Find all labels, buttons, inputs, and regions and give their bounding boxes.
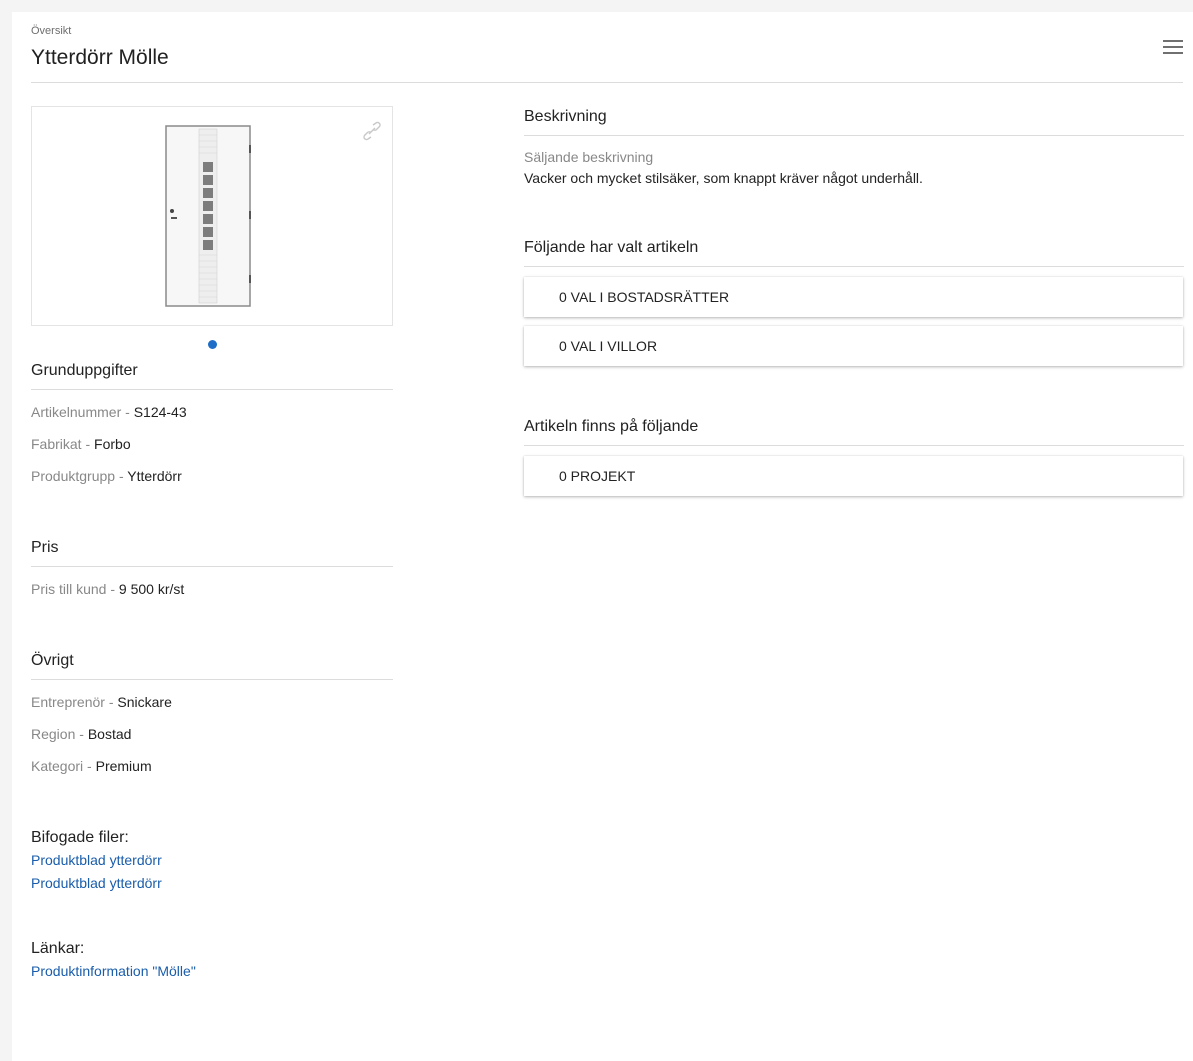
- links-title: Länkar:: [31, 940, 85, 957]
- external-link[interactable]: Produktinformation "Mölle": [31, 960, 393, 983]
- page: Översikt Ytterdörr Mölle Grunduppgifter …: [12, 12, 1193, 1061]
- file-link[interactable]: Produktblad ytterdörr: [31, 872, 393, 895]
- price-row: Pris till kund - 9 500 kr/st: [31, 581, 185, 597]
- description-section: Beskrivning Säljande beskrivning Vacker …: [524, 108, 1184, 186]
- product-image[interactable]: [165, 125, 251, 307]
- exists-on-section: Artikeln finns på följande 0 PROJEKT: [524, 418, 1184, 496]
- description-text: Vacker och mycket stilsäker, som knappt …: [524, 170, 923, 186]
- chosen-by-section: Följande har valt artikeln 0 VAL I BOSTA…: [524, 239, 1184, 366]
- price-section: Pris Pris till kund - 9 500 kr/st: [31, 539, 393, 599]
- projects-card[interactable]: 0 PROJEKT: [524, 456, 1183, 496]
- product-image-carousel: [31, 106, 393, 326]
- description-label: Säljande beskrivning: [524, 149, 654, 165]
- category-value: Premium: [95, 758, 152, 774]
- page-header: Översikt Ytterdörr Mölle: [31, 12, 1183, 83]
- section-title: Beskrivning: [524, 108, 1184, 136]
- product-group-row: Produktgrupp - Ytterdörr: [31, 468, 182, 484]
- left-column: Grunduppgifter Artikelnummer - S124-43 F…: [31, 106, 393, 983]
- right-column: Beskrivning Säljande beskrivning Vacker …: [524, 108, 1184, 496]
- links-section: Länkar: Produktinformation "Mölle": [31, 940, 393, 983]
- region-value: Bostad: [87, 726, 132, 742]
- basic-info-section: Grunduppgifter Artikelnummer - S124-43 F…: [31, 362, 393, 486]
- page-title: Ytterdörr Mölle: [31, 46, 169, 69]
- carousel-indicators: [31, 326, 393, 362]
- contractor-row: Entreprenör - Snickare: [31, 694, 172, 710]
- carousel-dot[interactable]: [208, 340, 217, 349]
- choices-apartments-card[interactable]: 0 VAL I BOSTADSRÄTTER: [524, 277, 1183, 317]
- section-title: Övrigt: [31, 652, 393, 680]
- manufacturer-value: Forbo: [94, 436, 131, 452]
- section-title: Följande har valt artikeln: [524, 239, 1184, 267]
- breadcrumb[interactable]: Översikt: [31, 25, 71, 37]
- section-title: Artikeln finns på följande: [524, 418, 1184, 446]
- article-number-value: S124-43: [133, 404, 187, 420]
- attached-files-title: Bifogade filer:: [31, 829, 129, 846]
- contractor-value: Snickare: [117, 694, 172, 710]
- article-number-row: Artikelnummer - S124-43: [31, 404, 187, 420]
- link-icon[interactable]: [362, 121, 382, 141]
- file-link[interactable]: Produktblad ytterdörr: [31, 849, 393, 872]
- other-section: Övrigt Entreprenör - Snickare Region - B…: [31, 652, 393, 776]
- region-row: Region - Bostad: [31, 726, 132, 742]
- product-group-value: Ytterdörr: [127, 468, 182, 484]
- attached-files-section: Bifogade filer: Produktblad ytterdörr Pr…: [31, 829, 393, 895]
- section-title: Pris: [31, 539, 393, 567]
- choices-villas-card[interactable]: 0 VAL I VILLOR: [524, 326, 1183, 366]
- hamburger-menu-icon[interactable]: [1163, 40, 1183, 56]
- manufacturer-row: Fabrikat - Forbo: [31, 436, 131, 452]
- category-row: Kategori - Premium: [31, 758, 152, 774]
- price-value: 9 500 kr/st: [118, 581, 185, 597]
- section-title: Grunduppgifter: [31, 362, 393, 390]
